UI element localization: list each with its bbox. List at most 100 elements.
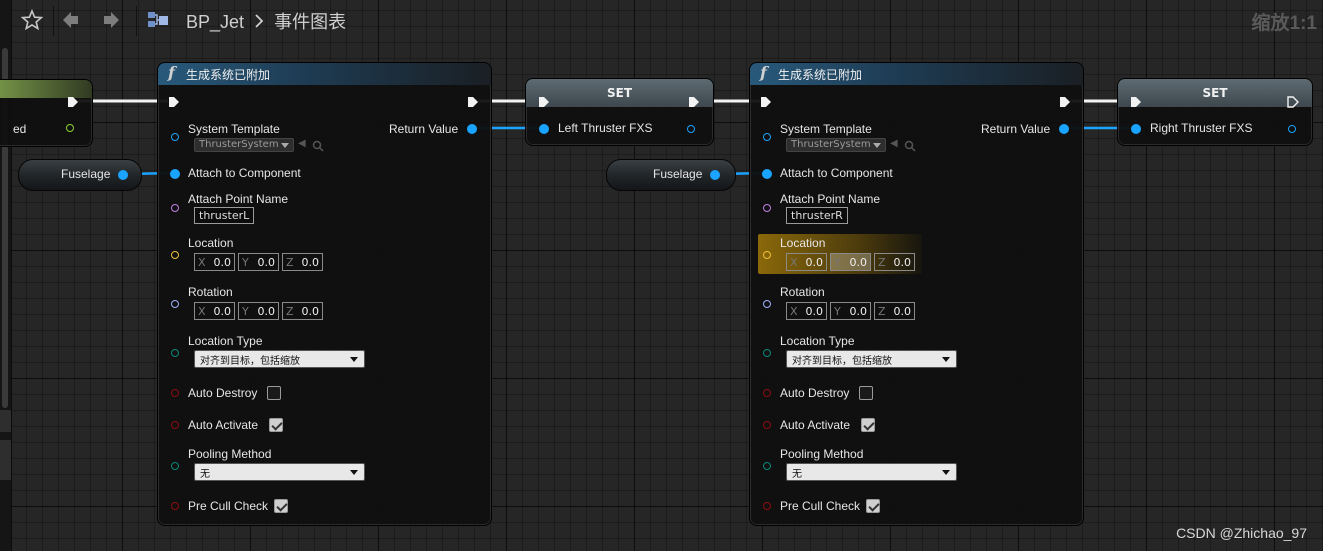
y-axis-label: Y [834, 255, 841, 269]
system-template-pin[interactable] [171, 133, 179, 141]
auto-destroy-pin[interactable] [171, 389, 179, 397]
attach-point-name-input[interactable]: thrusterL [194, 207, 255, 224]
spawn-system-attached-node-right[interactable]: f 生成系统已附加 System Template ThrusterSystem… [749, 62, 1084, 526]
z-value: 0.0 [301, 255, 320, 269]
chevron-down-icon [942, 357, 950, 362]
rotation-x-field[interactable]: X 0.0 [194, 302, 235, 320]
variable-out-pin[interactable] [1288, 125, 1296, 133]
pooling-method-dropdown[interactable]: 无 [194, 463, 365, 481]
system-template-pin[interactable] [763, 133, 771, 141]
rotation-vector-input[interactable]: X 0.0 Y 0.0 Z 0.0 [786, 302, 915, 320]
pre-cull-check-checkbox[interactable] [866, 499, 880, 513]
attach-point-name-pin[interactable] [171, 204, 179, 212]
browse-arrow-icon[interactable]: ◀ [890, 138, 898, 149]
set-left-thruster-node[interactable]: SET Left Thruster FXS [525, 78, 714, 146]
exec-out-pin[interactable] [688, 96, 700, 108]
pooling-method-value: 无 [792, 469, 802, 480]
x-axis-label: X [198, 304, 206, 318]
bool-out-pin[interactable] [66, 124, 74, 132]
location-vector-input[interactable]: X 0.0 Y 0.0 Z 0.0 [786, 253, 915, 271]
auto-destroy-checkbox[interactable] [859, 386, 873, 400]
object-out-pin[interactable] [710, 170, 720, 180]
location-x-field[interactable]: X 0.0 [786, 253, 827, 271]
location-vector-input[interactable]: X 0.0 Y 0.0 Z 0.0 [194, 253, 323, 271]
partial-event-node[interactable]: ed [0, 79, 93, 147]
chevron-down-icon [942, 470, 950, 475]
variable-in-pin[interactable] [1131, 124, 1141, 134]
rotation-y-field[interactable]: Y 0.0 [830, 302, 871, 320]
y-value: 0.0 [849, 255, 868, 269]
rotation-y-field[interactable]: Y 0.0 [238, 302, 279, 320]
location-y-field[interactable]: Y 0.0 [830, 253, 871, 271]
object-out-pin[interactable] [118, 170, 128, 180]
exec-in-pin[interactable] [168, 96, 180, 108]
system-template-dropdown[interactable]: ThrusterSystem [786, 138, 886, 152]
return-value-label: Return Value [981, 122, 1051, 136]
auto-activate-checkbox[interactable] [269, 418, 283, 432]
spawn-system-attached-node-left[interactable]: f 生成系统已附加 System Template ThrusterSystem… [157, 62, 492, 526]
variable-out-pin[interactable] [687, 125, 695, 133]
return-value-pin[interactable] [467, 124, 477, 134]
pooling-method-pin[interactable] [171, 462, 179, 470]
attach-point-name-pin[interactable] [763, 204, 771, 212]
location-pin[interactable] [763, 251, 771, 259]
auto-activate-label: Auto Activate [188, 418, 259, 432]
pooling-method-pin[interactable] [763, 462, 771, 470]
rotation-x-field[interactable]: X 0.0 [786, 302, 827, 320]
exec-in-pin[interactable] [760, 96, 772, 108]
rotation-pin[interactable] [763, 300, 771, 308]
chevron-down-icon [281, 143, 289, 148]
y-value: 0.0 [257, 255, 276, 269]
auto-destroy-pin[interactable] [763, 389, 771, 397]
exec-out-pin[interactable] [67, 96, 79, 108]
rotation-pin[interactable] [171, 300, 179, 308]
location-type-dropdown[interactable]: 对齐到目标，包括缩放 [786, 350, 957, 368]
set-right-thruster-node[interactable]: SET Right Thruster FXS [1117, 78, 1313, 146]
location-x-field[interactable]: X 0.0 [194, 253, 235, 271]
location-type-dropdown[interactable]: 对齐到目标，包括缩放 [194, 350, 365, 368]
search-icon[interactable] [312, 137, 324, 156]
watermark: CSDN @Zhichao_97 [1176, 525, 1307, 541]
node-title: SET [606, 86, 633, 100]
attach-point-name-input[interactable]: thrusterR [786, 207, 848, 224]
fuselage-variable-node[interactable]: Fuselage [606, 159, 736, 191]
pre-cull-check-checkbox[interactable] [274, 499, 288, 513]
rotation-label: Rotation [780, 285, 825, 299]
pooling-method-dropdown[interactable]: 无 [786, 463, 957, 481]
pre-cull-check-pin[interactable] [171, 502, 179, 510]
location-type-value: 对齐到目标，包括缩放 [200, 356, 300, 367]
exec-in-pin[interactable] [1130, 96, 1142, 108]
attach-point-name-label: Attach Point Name [188, 192, 289, 206]
location-y-field[interactable]: Y 0.0 [238, 253, 279, 271]
pre-cull-check-pin[interactable] [763, 502, 771, 510]
auto-activate-pin[interactable] [171, 421, 179, 429]
return-value-pin[interactable] [1059, 124, 1069, 134]
auto-destroy-checkbox[interactable] [267, 386, 281, 400]
attach-to-component-label: Attach to Component [780, 166, 893, 180]
auto-activate-pin[interactable] [763, 421, 771, 429]
browse-arrow-icon[interactable]: ◀ [298, 138, 306, 149]
location-pin[interactable] [171, 251, 179, 259]
location-z-field[interactable]: Z 0.0 [874, 253, 915, 271]
exec-out-pin[interactable] [467, 96, 479, 108]
x-value: 0.0 [213, 304, 232, 318]
exec-out-pin[interactable] [1287, 96, 1299, 108]
fuselage-variable-node[interactable]: Fuselage [18, 159, 142, 191]
rotation-z-field[interactable]: Z 0.0 [282, 302, 323, 320]
chevron-down-icon [350, 470, 358, 475]
system-template-value: ThrusterSystem [199, 139, 279, 150]
attach-to-component-pin[interactable] [170, 169, 180, 179]
search-icon[interactable] [904, 137, 916, 156]
variable-in-pin[interactable] [539, 124, 549, 134]
system-template-dropdown[interactable]: ThrusterSystem [194, 138, 294, 152]
location-z-field[interactable]: Z 0.0 [282, 253, 323, 271]
location-type-pin[interactable] [171, 349, 179, 357]
location-type-value: 对齐到目标，包括缩放 [792, 356, 892, 367]
location-type-pin[interactable] [763, 349, 771, 357]
exec-out-pin[interactable] [1059, 96, 1071, 108]
rotation-z-field[interactable]: Z 0.0 [874, 302, 915, 320]
rotation-vector-input[interactable]: X 0.0 Y 0.0 Z 0.0 [194, 302, 323, 320]
exec-in-pin[interactable] [538, 96, 550, 108]
attach-to-component-pin[interactable] [762, 169, 772, 179]
auto-activate-checkbox[interactable] [861, 418, 875, 432]
